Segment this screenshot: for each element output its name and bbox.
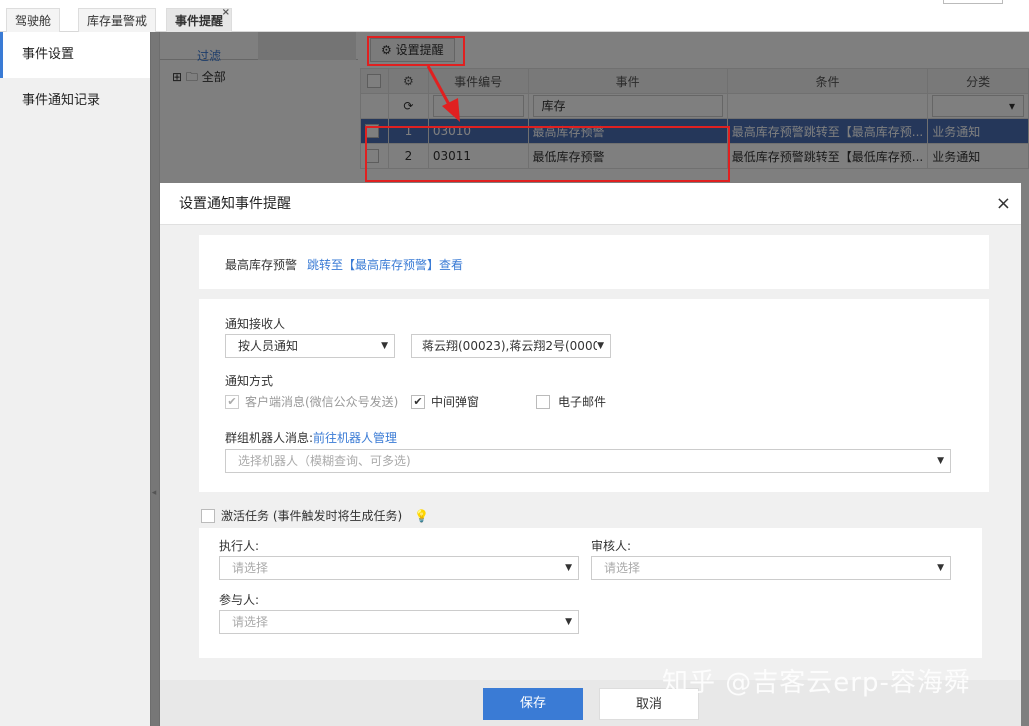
sidebar: 事件设置 事件通知记录: [0, 32, 150, 726]
event-info-card: 最高库存预警 跳转至【最高库存预警】查看: [199, 235, 989, 289]
participant-select[interactable]: 请选择 ▼: [219, 610, 579, 634]
dropdown-caret-icon: ▼: [565, 617, 572, 627]
tab-close-icon[interactable]: ×: [222, 1, 230, 25]
robot-select[interactable]: 选择机器人（模糊查询、可多选) ▼: [225, 449, 951, 473]
receiver-people-select[interactable]: 蒋云翔(00023),蒋云翔2号(0000 ▼: [411, 334, 611, 358]
checkmark-icon: ✔: [225, 394, 239, 409]
notification-card: 通知接收人 按人员通知 ▼ 蒋云翔(00023),蒋云翔2号(0000 ▼ 通知方式…: [199, 299, 989, 492]
dropdown-caret-icon: ▼: [937, 456, 944, 466]
executor-select[interactable]: 请选择 ▼: [219, 556, 579, 580]
email-checkbox[interactable]: 电子邮件: [536, 393, 606, 410]
executor-label: 执行人:: [219, 539, 260, 553]
dialog-title: 设置通知事件提醒: [179, 196, 291, 212]
save-button[interactable]: 保存: [483, 688, 583, 720]
reviewer-label: 审核人:: [591, 539, 632, 553]
tab-event-reminder[interactable]: 事件提醒 ×: [166, 7, 233, 32]
client-message-checkbox[interactable]: ✔ 客户端消息(微信公众号发送): [225, 393, 398, 410]
window-control: [943, 0, 1003, 4]
robot-label: 群组机器人消息:前往机器人管理: [225, 431, 398, 445]
reviewer-select[interactable]: 请选择 ▼: [591, 556, 951, 580]
highlight-box-rows: [365, 126, 730, 182]
event-jump-link[interactable]: 跳转至【最高库存预警】查看: [307, 256, 463, 273]
tab-cockpit[interactable]: 驾驶舱: [6, 8, 61, 32]
sidebar-item-event-settings[interactable]: 事件设置: [0, 32, 150, 78]
dropdown-caret-icon: ▼: [381, 341, 388, 351]
dropdown-caret-icon: ▼: [937, 563, 944, 573]
watermark: 知乎 @吉客云erp-容海舜: [662, 668, 971, 698]
activate-task-checkbox[interactable]: 激活任务 (事件触发时将生成任务) 💡: [201, 507, 429, 524]
collapse-arrow-icon[interactable]: ◂: [150, 480, 158, 506]
notification-event-dialog: 设置通知事件提醒 × 最高库存预警 跳转至【最高库存预警】查看 通知接收人 按人…: [160, 183, 1021, 726]
lightbulb-icon: 💡: [414, 508, 430, 523]
robot-management-link[interactable]: 前往机器人管理: [313, 431, 397, 445]
tab-stock-alert[interactable]: 库存量警戒: [78, 8, 157, 32]
event-name: 最高库存预警: [225, 258, 298, 272]
dropdown-caret-icon: ▼: [565, 563, 572, 573]
sidebar-item-notification-records[interactable]: 事件通知记录: [0, 78, 150, 124]
tab-bar: 驾驶舱 库存量警戒 事件提醒 ×: [0, 0, 1029, 32]
popup-checkbox[interactable]: ✔ 中间弹窗: [411, 393, 479, 410]
task-card: 执行人: 请选择 ▼ 审核人: 请选择 ▼ 参与人: 请选择 ▼: [199, 528, 982, 658]
close-icon[interactable]: ×: [996, 183, 1011, 225]
dialog-header: 设置通知事件提醒 ×: [160, 183, 1021, 225]
checkmark-icon: ✔: [411, 394, 425, 409]
participant-label: 参与人:: [219, 593, 260, 607]
receiver-mode-select[interactable]: 按人员通知 ▼: [225, 334, 395, 358]
dropdown-caret-icon: ▼: [597, 335, 604, 357]
method-label: 通知方式: [225, 374, 274, 388]
annotation-arrow-icon: [426, 65, 460, 122]
receiver-label: 通知接收人: [225, 317, 286, 331]
